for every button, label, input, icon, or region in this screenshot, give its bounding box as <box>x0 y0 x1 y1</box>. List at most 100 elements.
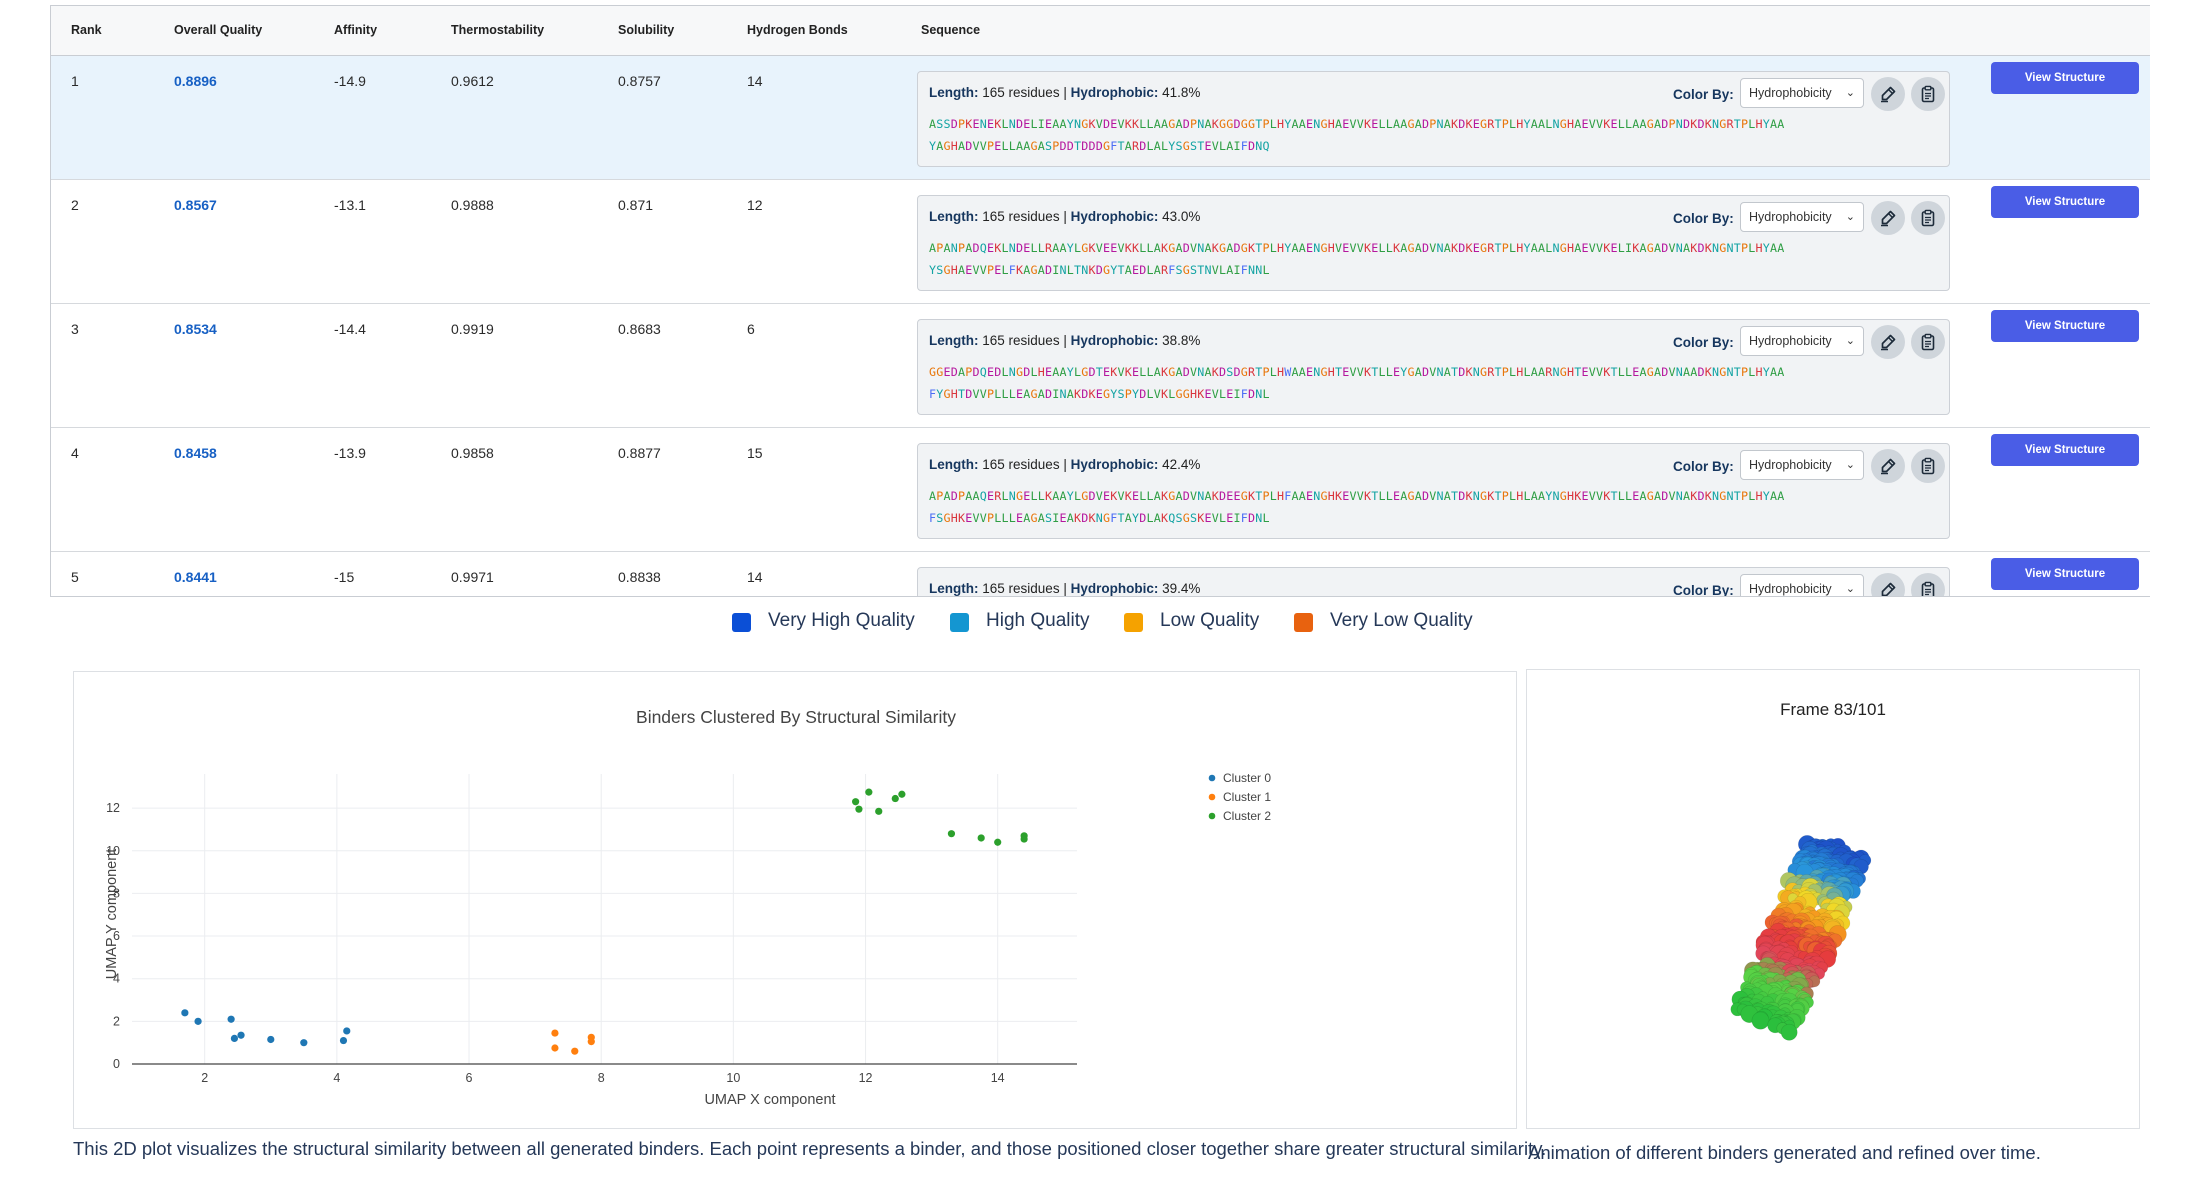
sequence-line: FYGHTDVVPLLLEAGADINAKDKEGYSPYDLVKLGGHKEV… <box>929 387 1270 401</box>
cell-solubility: 0.8683 <box>618 321 661 337</box>
cell-hbonds: 6 <box>747 321 755 337</box>
data-point[interactable] <box>898 790 906 798</box>
cell-quality: 0.8441 <box>174 569 217 585</box>
sequence-panel: Length: 165 residues | Hydrophobic: 38.8… <box>917 319 1950 415</box>
highlight-button[interactable] <box>1871 325 1905 359</box>
color-by-value: Hydrophobicity <box>1749 86 1832 100</box>
data-point[interactable] <box>587 1038 595 1046</box>
clipboard-icon <box>1921 333 1935 351</box>
data-point[interactable] <box>343 1027 351 1035</box>
sequence-line: GGEDAPDQEDLNGDLHEAAYLGDTEKVKELLAKGADVNAK… <box>929 365 1785 379</box>
table-row[interactable]: 2 0.8567 -13.1 0.9888 0.871 12 Length: 165 re… <box>51 180 2150 304</box>
header-sequence[interactable]: Sequence <box>921 23 980 37</box>
legend-series-label[interactable]: Cluster 1 <box>1223 790 1271 804</box>
protein-structure-render[interactable] <box>1527 670 2141 1130</box>
highlight-button[interactable] <box>1871 201 1905 235</box>
table-row[interactable]: 5 0.8441 -15 0.9971 0.8838 14 Length: 165 res… <box>51 552 2150 597</box>
table-row[interactable]: 1 0.8896 -14.9 0.9612 0.8757 14 Length: 165 r… <box>51 56 2150 180</box>
copy-sequence-button[interactable] <box>1911 573 1945 596</box>
data-point[interactable] <box>339 1036 348 1045</box>
clipboard-icon <box>1921 457 1935 475</box>
header-thermostability[interactable]: Thermostability <box>451 23 544 37</box>
data-point[interactable] <box>194 1017 202 1025</box>
data-point[interactable] <box>994 838 1002 846</box>
cell-rank: 3 <box>71 321 79 337</box>
cell-quality: 0.8458 <box>174 445 217 461</box>
length-label: Length: <box>929 457 979 472</box>
copy-sequence-button[interactable] <box>1911 449 1945 483</box>
color-by-select[interactable]: Hydrophobicity ⌄ <box>1740 574 1864 596</box>
data-point[interactable] <box>571 1047 579 1055</box>
color-by-label: Color By: <box>1673 583 1734 597</box>
data-point[interactable] <box>1020 832 1028 840</box>
view-structure-button[interactable]: View Structure <box>1991 62 2139 94</box>
data-point[interactable] <box>865 788 873 796</box>
header-hydrogen-bonds[interactable]: Hydrogen Bonds <box>747 23 848 37</box>
highlight-button[interactable] <box>1871 77 1905 111</box>
scatter-plot[interactable]: 2 4 6 8 10 12 14024681012 Cluster 0Cluster 1Cl… <box>74 672 1518 1130</box>
data-point[interactable] <box>300 1039 308 1047</box>
legend-series-label[interactable]: Cluster 0 <box>1223 771 1271 785</box>
header-overall-quality[interactable]: Overall Quality <box>174 23 262 37</box>
table-row[interactable]: 3 0.8534 -14.4 0.9919 0.8683 6 Length: 165 re… <box>51 304 2150 428</box>
header-solubility[interactable]: Solubility <box>618 23 674 37</box>
y-tick-label: 12 <box>106 801 120 815</box>
color-by-select[interactable]: Hydrophobicity ⌄ <box>1740 326 1864 356</box>
length-value: 165 residues <box>982 581 1060 596</box>
data-point[interactable] <box>977 834 985 842</box>
chart-title: Binders Clustered By Structural Similari… <box>636 707 956 727</box>
table-row[interactable]: 4 0.8458 -13.9 0.9858 0.8877 15 Length: 165 r… <box>51 428 2150 552</box>
data-point[interactable] <box>237 1031 245 1039</box>
copy-sequence-button[interactable] <box>1911 77 1945 111</box>
cell-thermostability: 0.9919 <box>451 321 494 337</box>
header-affinity[interactable]: Affinity <box>334 23 377 37</box>
cell-hbonds: 14 <box>747 569 763 585</box>
sequence-stats: Length: 165 residues | Hydrophobic: 39.4… <box>929 581 1201 596</box>
highlight-button[interactable] <box>1871 449 1905 483</box>
color-by-label: Color By: <box>1673 211 1734 226</box>
color-by-select[interactable]: Hydrophobicity ⌄ <box>1740 78 1864 108</box>
data-point[interactable] <box>267 1035 275 1044</box>
length-label: Length: <box>929 209 979 224</box>
hydrophobic-value: 42.4% <box>1162 457 1201 472</box>
data-point[interactable] <box>551 1029 559 1037</box>
hydrophobic-label: Hydrophobic: <box>1070 333 1159 348</box>
data-point[interactable] <box>852 798 860 806</box>
legend-label: High Quality <box>986 610 1090 631</box>
data-point[interactable] <box>227 1015 235 1023</box>
sequence-stats: Length: 165 residues | Hydrophobic: 43.0… <box>929 209 1201 224</box>
clipboard-icon <box>1921 209 1935 227</box>
color-by-label: Color By: <box>1673 87 1734 102</box>
data-point[interactable] <box>181 1009 189 1017</box>
sequence-stats: Length: 165 residues | Hydrophobic: 41.8… <box>929 85 1201 100</box>
color-by-select[interactable]: Hydrophobicity ⌄ <box>1740 202 1864 232</box>
structure-caption: Animation of different binders generated… <box>1528 1142 2041 1163</box>
data-point[interactable] <box>875 807 883 815</box>
atom-sphere <box>1780 1023 1798 1041</box>
view-structure-button[interactable]: View Structure <box>1991 434 2139 466</box>
cell-solubility: 0.871 <box>618 197 654 213</box>
color-by-select[interactable]: Hydrophobicity ⌄ <box>1740 450 1864 480</box>
view-structure-button[interactable]: View Structure <box>1991 310 2139 342</box>
header-rank[interactable]: Rank <box>71 23 102 37</box>
data-point[interactable] <box>891 794 899 803</box>
cell-solubility: 0.8838 <box>618 569 661 585</box>
data-point[interactable] <box>855 805 863 813</box>
length-label: Length: <box>929 85 979 100</box>
copy-sequence-button[interactable] <box>1911 325 1945 359</box>
y-axis-label: UMAP Y component <box>104 849 120 980</box>
view-structure-button[interactable]: View Structure <box>1991 186 2139 218</box>
data-point[interactable] <box>947 830 956 838</box>
x-axis-label: UMAP X component <box>704 1092 835 1108</box>
atom-sphere <box>1751 1011 1770 1030</box>
legend-marker <box>1208 812 1216 820</box>
data-point[interactable] <box>230 1034 239 1043</box>
legend-series-label[interactable]: Cluster 2 <box>1223 809 1271 823</box>
sequence-line: APADPAAQERLNGELLKAAYLGDVEKVKELLAKGADVNAK… <box>929 489 1785 503</box>
cell-affinity: -15 <box>334 569 355 585</box>
copy-sequence-button[interactable] <box>1911 201 1945 235</box>
highlight-button[interactable] <box>1871 573 1905 596</box>
scatter-plot-panel: 2 4 6 8 10 12 14 0 2 4 6 8 10 12 Cluster 0 Cluster 1 Cl… <box>73 671 1517 1129</box>
view-structure-button[interactable]: View Structure <box>1991 558 2139 590</box>
data-point[interactable] <box>551 1044 559 1052</box>
